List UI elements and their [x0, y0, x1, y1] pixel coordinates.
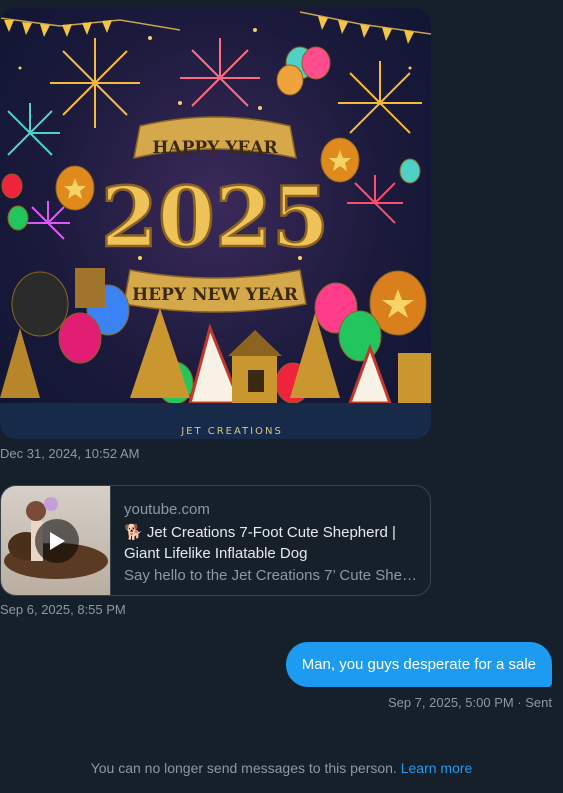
headline-top-text: HAPPY YEAR — [152, 138, 278, 158]
brand-text: JET CREATIONS — [180, 426, 283, 437]
new-year-illustration: HAPPY YEAR 2025 HEPY NEW YEAR JET CREATI… — [0, 11, 431, 439]
link-card-text: youtube.com 🐕 Jet Creations 7-Foot Cute … — [124, 500, 424, 586]
headline-bottom-text: HEPY NEW YEAR — [132, 285, 299, 305]
notice-text: You can no longer send messages to this … — [90, 760, 397, 776]
message-thread: HAPPY YEAR 2025 HEPY NEW YEAR JET CREATI… — [0, 0, 563, 793]
play-button[interactable] — [35, 519, 79, 563]
link-domain: youtube.com — [124, 501, 210, 518]
link-title[interactable]: 🐕 Jet Creations 7-Foot Cute Shepherd | G… — [124, 522, 424, 564]
new-year-image[interactable]: HAPPY YEAR 2025 HEPY NEW YEAR JET CREATI… — [0, 8, 431, 439]
sent-timestamp: Sep 7, 2025, 5:00 PM · Sent — [387, 695, 552, 710]
video-thumbnail[interactable] — [1, 486, 111, 595]
messaging-disabled-notice: You can no longer send messages to this … — [0, 760, 563, 776]
play-icon — [50, 532, 65, 550]
link-description: Say hello to the Jet Creations 7’ Cute S… — [124, 567, 420, 584]
link-preview-card[interactable]: youtube.com 🐕 Jet Creations 7-Foot Cute … — [0, 485, 431, 596]
link-timestamp: Sep 6, 2025, 8:55 PM — [0, 602, 126, 617]
learn-more-link[interactable]: Learn more — [401, 760, 473, 776]
sent-message-bubble[interactable]: Man, you guys desperate for a sale — [285, 642, 552, 687]
image-timestamp: Dec 31, 2024, 10:52 AM — [0, 446, 140, 461]
year-text: 2025 — [101, 170, 329, 266]
